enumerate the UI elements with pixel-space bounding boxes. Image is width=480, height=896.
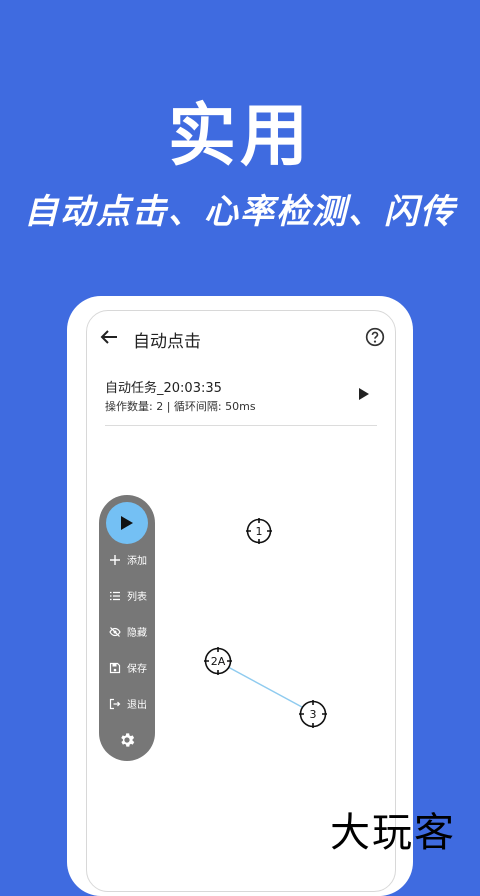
run-button[interactable] xyxy=(106,502,148,544)
menu-item-label: 添加 xyxy=(127,556,147,567)
target-label: 3 xyxy=(309,707,317,721)
menu-item-label: 保存 xyxy=(127,664,147,675)
plus-icon xyxy=(110,555,120,565)
watermark-logo: 大玩客 xyxy=(330,810,456,856)
menu-item-label: 列表 xyxy=(127,592,147,603)
play-icon xyxy=(121,516,133,530)
menu-item-add[interactable]: 添加 xyxy=(99,550,155,570)
target-label: 2A xyxy=(210,654,226,668)
exit-icon xyxy=(109,698,121,710)
hero-title: 实用 xyxy=(167,97,312,176)
list-icon xyxy=(110,591,120,601)
hero-subtitle: 自动点击、心率检测、闪传 xyxy=(24,192,456,232)
target-label: 1 xyxy=(255,524,263,538)
click-target-3[interactable]: 3 xyxy=(299,700,327,728)
menu-item-save[interactable]: 保存 xyxy=(99,658,155,678)
save-icon xyxy=(109,662,121,674)
eye-off-icon xyxy=(109,627,121,637)
menu-item-list[interactable]: 列表 xyxy=(99,586,155,606)
floating-control-menu: 添加 列表 隐藏 保存 退出 xyxy=(99,495,155,761)
menu-item-label: 隐藏 xyxy=(127,628,147,639)
menu-item-hide[interactable]: 隐藏 xyxy=(99,622,155,642)
gear-icon[interactable] xyxy=(118,731,136,749)
menu-item-label: 退出 xyxy=(127,700,147,711)
menu-item-exit[interactable]: 退出 xyxy=(99,694,155,714)
click-target-2A[interactable]: 2A xyxy=(204,647,232,675)
click-target-1[interactable]: 1 xyxy=(246,518,272,544)
